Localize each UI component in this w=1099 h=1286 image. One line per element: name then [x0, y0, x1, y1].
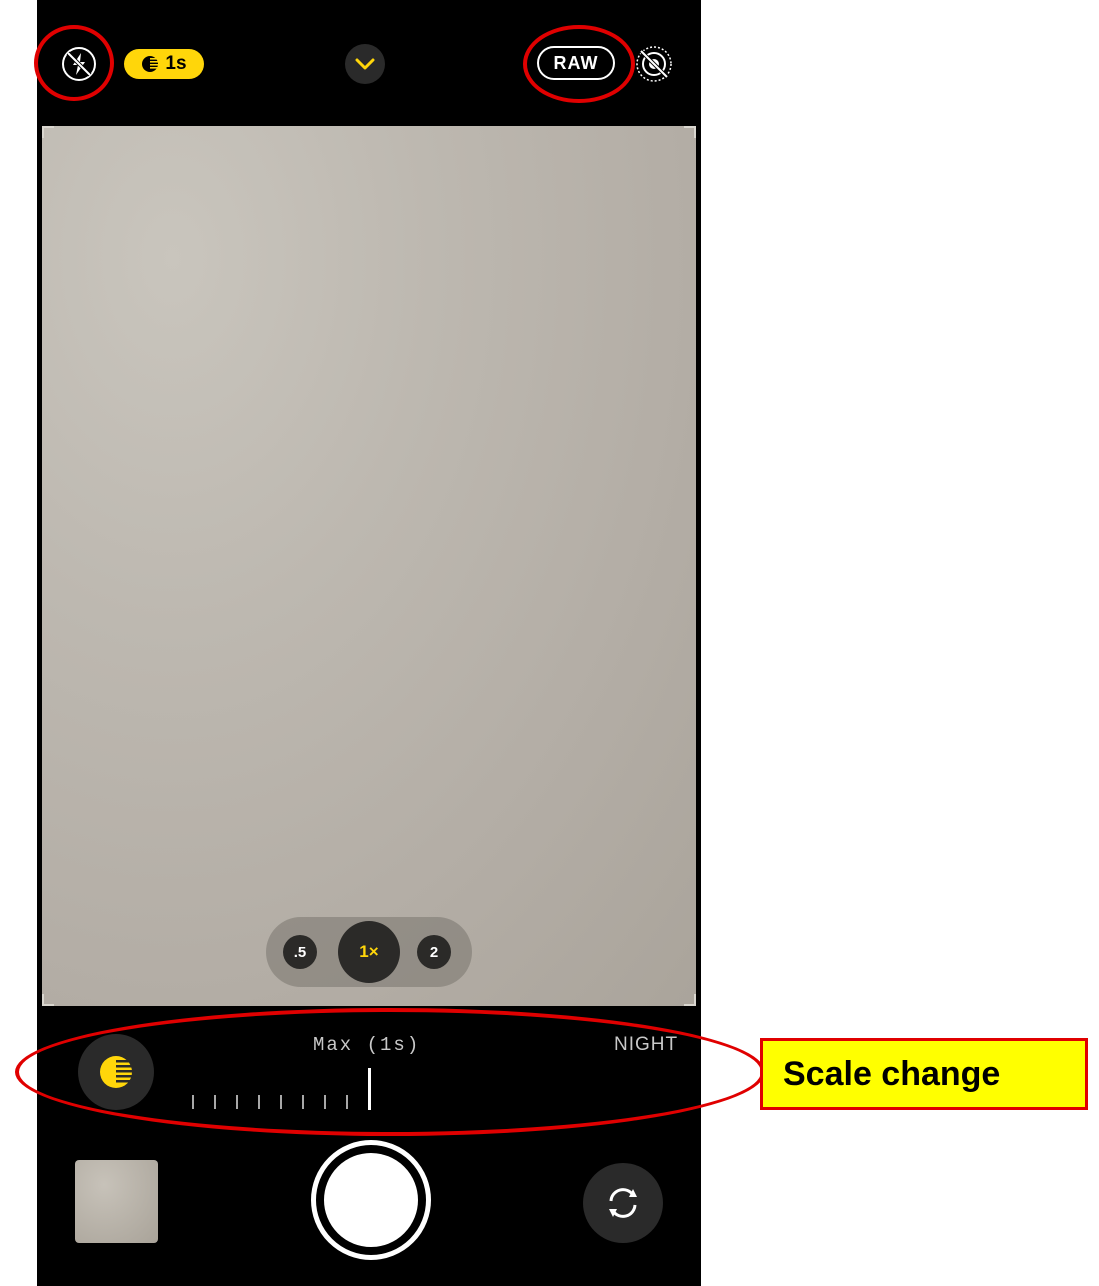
flip-camera-button[interactable] [583, 1163, 663, 1243]
raw-highlight-circle [523, 25, 635, 103]
last-photo-thumbnail[interactable] [75, 1160, 158, 1243]
zoom-1x-label: 1× [359, 942, 379, 961]
shutter-button[interactable] [311, 1140, 431, 1260]
zoom-2x-label: 2 [429, 943, 439, 961]
scale-change-callout: Scale change [760, 1038, 1088, 1110]
night-mode-badge-label: 1s [165, 53, 187, 74]
controls-expand-button[interactable] [345, 44, 385, 84]
shutter-inner [321, 1150, 421, 1250]
flip-camera-icon [609, 1188, 637, 1218]
viewfinder-corner [42, 126, 54, 138]
night-mode-icon [142, 56, 159, 72]
scale-highlight-ellipse [15, 1008, 765, 1136]
live-photo-toggle[interactable] [634, 44, 674, 84]
callout-text: Scale change [783, 1054, 1001, 1093]
chevron-down-icon [355, 58, 375, 70]
flash-highlight-circle [34, 25, 114, 101]
viewfinder-corner [42, 994, 54, 1006]
night-mode-badge[interactable]: 1s [124, 49, 204, 79]
viewfinder-corner [684, 126, 696, 138]
zoom-1x-button[interactable]: 1× [338, 921, 400, 983]
zoom-0-5-button[interactable]: .5 [283, 935, 317, 969]
camera-viewfinder[interactable]: .5 1× 2 [42, 126, 696, 1006]
viewfinder-corner [684, 994, 696, 1006]
zoom-0-5-label: .5 [293, 943, 307, 961]
zoom-control: .5 1× 2 [266, 917, 472, 987]
live-photo-off-icon [636, 46, 672, 82]
zoom-2x-button[interactable]: 2 [417, 935, 451, 969]
